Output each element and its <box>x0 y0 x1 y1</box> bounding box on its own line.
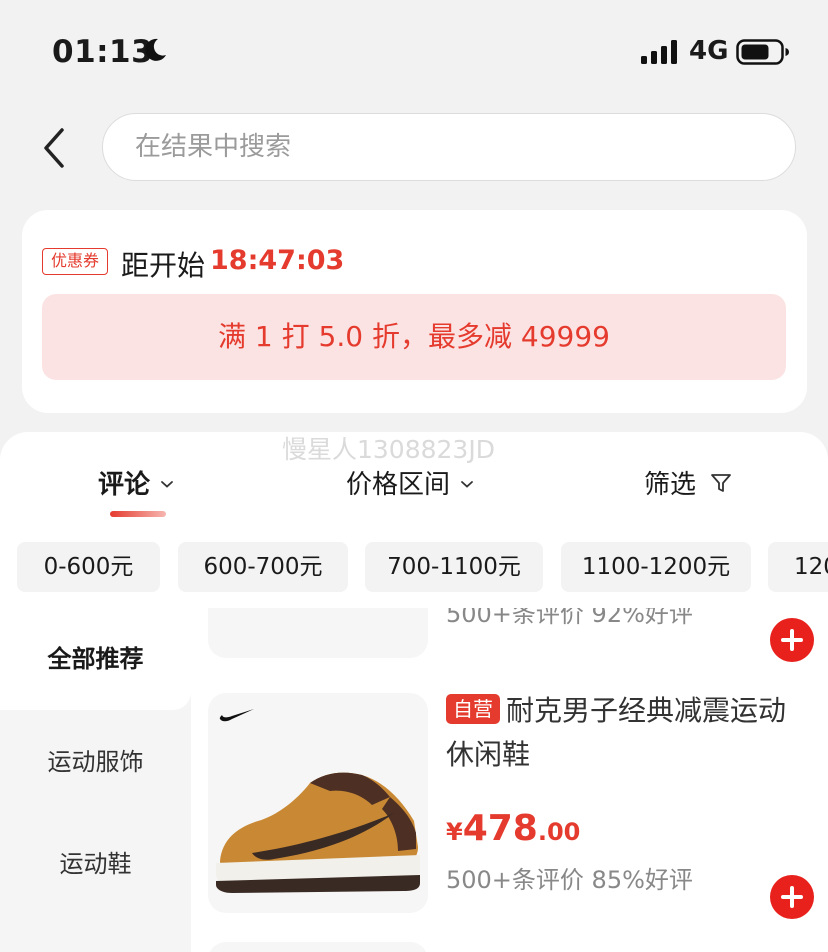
add-to-cart-button[interactable] <box>770 618 814 662</box>
price-range-chip[interactable]: 1100-1200元 <box>561 542 751 592</box>
chevron-down-icon <box>461 480 473 488</box>
moon-icon <box>145 38 166 61</box>
product-rating-meta: 500+条评价 92%好评 <box>446 608 693 628</box>
status-time: 01:13 <box>52 34 154 70</box>
price-integer: 478 <box>462 808 538 849</box>
price-range-chip[interactable]: 0-600元 <box>17 542 160 592</box>
price-range-chip[interactable]: 600-700元 <box>178 542 348 592</box>
search-box[interactable] <box>102 113 796 181</box>
product-list: 500+条评价 92%好评 自营 耐克男子经典减震运动休闲鞋 ¥478.00 50… <box>191 608 828 952</box>
category-sidebar: 全部推荐 运动服饰 运动鞋 <box>0 608 191 952</box>
results-panel: 慢星人1308823JD 评论 价格区间 筛选 0-600元 600-700元 … <box>0 432 828 952</box>
self-operated-tag: 自营 <box>446 694 500 724</box>
nike-swoosh-logo-icon <box>219 709 254 722</box>
coupon-tag: 优惠券 <box>42 248 108 275</box>
active-tab-underline <box>110 511 166 517</box>
network-label: 4G <box>689 36 729 66</box>
product-image[interactable] <box>208 608 428 658</box>
status-bar: 01:13 4G <box>0 0 828 100</box>
filter-funnel-icon <box>711 473 731 492</box>
product-image[interactable] <box>208 942 428 952</box>
watermark: 慢星人1308823JD <box>282 435 495 464</box>
product-price: ¥478.00 <box>446 808 580 849</box>
tab-reviews-label: 评论 <box>98 470 151 500</box>
search-input[interactable] <box>103 114 795 180</box>
signal-icon <box>641 40 677 64</box>
product-title[interactable]: 自营 耐克男子经典减震运动休闲鞋 <box>446 689 806 777</box>
product-image[interactable] <box>208 693 428 913</box>
promo-card: 优惠券 距开始 18:47:03 满 1 打 5.0 折，最多减 49999 <box>22 210 807 413</box>
price-decimal: .00 <box>537 818 581 846</box>
price-currency: ¥ <box>446 818 463 846</box>
category-item-sportswear[interactable]: 运动服饰 <box>0 742 191 777</box>
battery-icon <box>736 39 789 65</box>
chevron-down-icon <box>161 480 173 488</box>
sneaker-image <box>216 772 420 893</box>
countdown-label: 距开始 <box>121 249 206 282</box>
tab-filter[interactable]: 筛选 <box>644 464 732 501</box>
tab-filter-label: 筛选 <box>644 470 697 500</box>
promo-banner[interactable]: 满 1 打 5.0 折，最多减 49999 <box>42 294 786 380</box>
tab-reviews[interactable]: 评论 <box>98 464 174 501</box>
tab-price-range-label: 价格区间 <box>346 470 451 500</box>
price-range-chip[interactable]: 1200 <box>768 542 828 592</box>
price-range-chip[interactable]: 700-1100元 <box>365 542 543 592</box>
back-arrow-icon[interactable] <box>38 124 72 172</box>
tab-price-range[interactable]: 价格区间 <box>346 464 474 501</box>
category-item-sport-shoes[interactable]: 运动鞋 <box>0 844 191 879</box>
countdown-time: 18:47:03 <box>210 245 345 276</box>
product-rating-meta: 500+条评价 85%好评 <box>446 866 693 894</box>
category-item-all[interactable]: 全部推荐 <box>0 608 191 710</box>
add-to-cart-button[interactable] <box>770 875 814 919</box>
